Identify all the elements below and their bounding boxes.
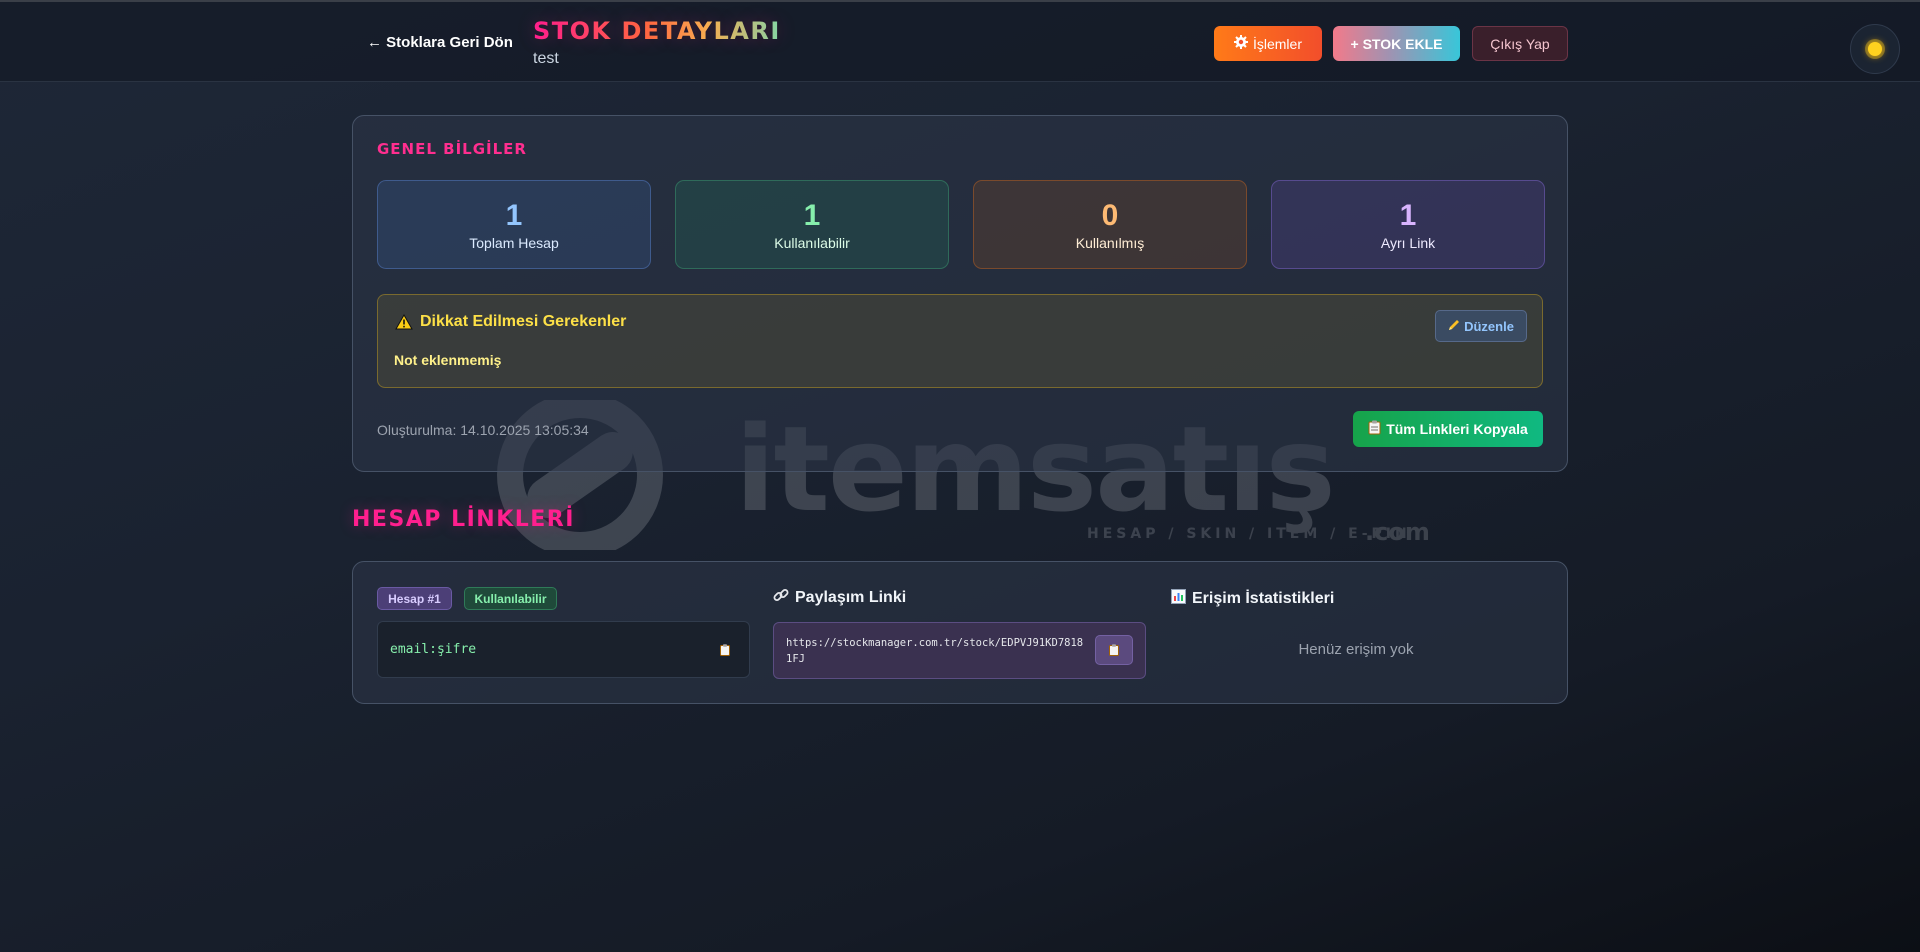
watermark-suffix: .com — [1365, 518, 1430, 546]
notes-text: Not eklenmemiş — [394, 352, 502, 368]
access-stats-title: Erişim İstatistikleri — [1171, 589, 1334, 609]
app-header: ← Stoklara Geri Dön STOK DETAYLARI test … — [0, 2, 1920, 82]
general-info-panel: GENEL BİLGİLER 1 Toplam Hesap 1 Kullanıl… — [352, 115, 1568, 472]
stat-total-accounts: 1 Toplam Hesap — [377, 180, 651, 269]
status-badge: Kullanılabilir — [464, 587, 557, 610]
copy-share-link-button[interactable] — [1095, 635, 1133, 665]
stat-value: 0 — [1101, 198, 1119, 232]
copy-all-links-button[interactable]: Tüm Linkleri Kopyala — [1353, 411, 1543, 447]
general-info-title: GENEL BİLGİLER — [377, 140, 527, 158]
bar-chart-icon — [1171, 589, 1186, 609]
stat-label: Ayrı Link — [1380, 234, 1436, 251]
page-title: STOK DETAYLARI — [533, 17, 781, 45]
edit-label: Düzenle — [1464, 318, 1514, 334]
clipboard-icon — [1368, 420, 1381, 438]
clipboard-icon — [720, 644, 730, 656]
notes-title-text: Dikkat Edilmesi Gerekenler — [420, 313, 627, 330]
share-link-box: https://stockmanager.com.tr/stock/EDPVJ9… — [773, 622, 1146, 679]
stat-value: 1 — [1399, 198, 1417, 232]
sun-icon — [1868, 42, 1882, 56]
notes-title: Dikkat Edilmesi Gerekenler — [395, 313, 626, 331]
page-subtitle: test — [533, 50, 559, 67]
operations-label: İşlemler — [1252, 35, 1302, 52]
copy-all-label: Tüm Linkleri Kopyala — [1386, 421, 1528, 437]
theme-toggle-button[interactable] — [1850, 24, 1900, 74]
copy-credentials-button[interactable] — [715, 640, 735, 660]
operations-button[interactable]: İşlemler — [1214, 26, 1322, 61]
credentials-box: email:şifre — [377, 621, 750, 678]
account-number-badge: Hesap #1 — [377, 587, 452, 610]
share-title-text: Paylaşım Linki — [795, 588, 907, 606]
link-icon — [773, 587, 789, 608]
stat-used: 0 Kullanılmış — [973, 180, 1247, 269]
logout-button[interactable]: Çıkış Yap — [1472, 26, 1568, 61]
share-url[interactable]: https://stockmanager.com.tr/stock/EDPVJ9… — [786, 635, 1086, 667]
stat-label: Toplam Hesap — [469, 234, 559, 251]
credentials-text: email:şifre — [390, 642, 477, 657]
edit-notes-button[interactable]: Düzenle — [1435, 310, 1527, 342]
created-timestamp: Oluşturulma: 14.10.2025 13:05:34 — [377, 422, 589, 438]
watermark-tagline: HESAP / SKIN / ITEM / E-PIN — [1087, 526, 1411, 542]
pencil-icon — [1448, 319, 1460, 334]
warning-icon — [395, 314, 413, 330]
back-to-stocks-link[interactable]: ← Stoklara Geri Dön — [367, 34, 513, 51]
stat-unique-links: 1 Ayrı Link — [1271, 180, 1545, 269]
stat-value: 1 — [803, 198, 821, 232]
gear-icon — [1233, 35, 1248, 52]
add-stock-button[interactable]: + STOK EKLE — [1333, 26, 1460, 61]
stat-label: Kullanılabilir — [774, 234, 850, 251]
access-stats-empty: Henüz erişim yok — [1298, 641, 1414, 658]
stat-available: 1 Kullanılabilir — [675, 180, 949, 269]
notes-box: Dikkat Edilmesi Gerekenler Not eklenmemi… — [377, 294, 1543, 388]
account-link-card: Hesap #1 Kullanılabilir email:şifre Payl… — [352, 561, 1568, 704]
account-links-heading: HESAP LİNKLERİ — [352, 507, 575, 532]
clipboard-icon — [1109, 644, 1119, 656]
share-link-title: Paylaşım Linki — [773, 587, 906, 608]
stat-value: 1 — [505, 198, 523, 232]
access-stats-title-text: Erişim İstatistikleri — [1192, 590, 1335, 607]
stat-label: Kullanılmış — [1075, 234, 1145, 251]
